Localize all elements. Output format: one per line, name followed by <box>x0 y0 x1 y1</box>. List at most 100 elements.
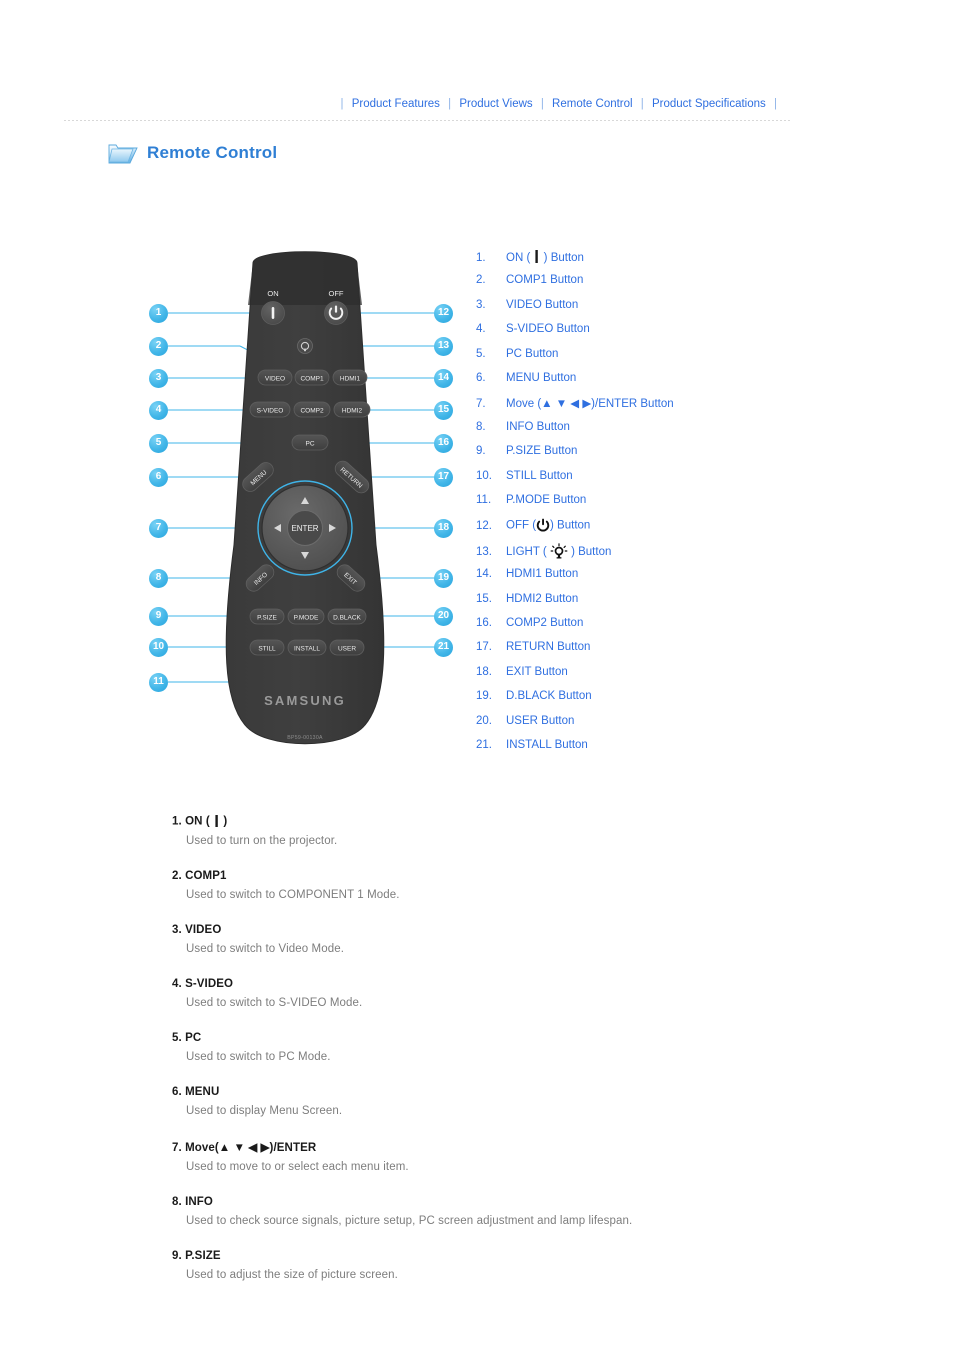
description-text: Used to check source signals, picture se… <box>186 1215 633 1227</box>
legend-item-on: 1. ON ( ) Button <box>476 250 776 274</box>
legend-number: 18. <box>476 665 492 678</box>
legend-number: 5. <box>476 347 486 360</box>
svg-text:ON: ON <box>267 289 278 298</box>
svg-text:INSTALL: INSTALL <box>294 646 320 653</box>
description-menu: 6. MENU Used to display Menu Screen. <box>172 1086 812 1117</box>
legend-item-info: 8. INFO Button <box>476 421 776 445</box>
legend-item-dblack: 19. D.BLACK Button <box>476 690 776 714</box>
button-descriptions: 1. ON ( ) Used to turn on the projector.… <box>172 815 812 1304</box>
legend-label: MENU Button <box>506 371 577 384</box>
callout-badge-12: 12 <box>434 303 453 323</box>
callout-badge-7: 7 <box>149 518 168 538</box>
callout-badge-10: 10 <box>149 637 168 657</box>
description-text: Used to switch to Video Mode. <box>186 943 345 955</box>
legend-label: P.MODE Button <box>506 493 587 506</box>
description-on: 1. ON ( ) Used to turn on the projector. <box>172 815 812 847</box>
legend-item-pc: 5. PC Button <box>476 348 776 372</box>
legend-number: 16. <box>476 617 492 630</box>
description-comp1: 2. COMP1 Used to switch to COMPONENT 1 M… <box>172 870 812 901</box>
legend-label: USER Button <box>506 714 575 727</box>
svg-text:P.SIZE: P.SIZE <box>257 615 277 622</box>
legend-item-psize: 9. P.SIZE Button <box>476 445 776 469</box>
description-heading: 5. PC <box>172 1032 202 1044</box>
legend-label: EXIT Button <box>506 665 568 678</box>
legend-number: 15. <box>476 592 492 605</box>
legend-item-comp2: 16. COMP2 Button <box>476 617 776 641</box>
legend-item-svideo: 4. S-VIDEO Button <box>476 323 776 347</box>
svg-text:HDMI2: HDMI2 <box>342 408 363 415</box>
button-legend-list: 1. ON ( ) Button 2. COMP1 Button 3. VIDE… <box>476 250 776 763</box>
legend-number: 6. <box>476 371 486 384</box>
legend-label: RETURN Button <box>506 641 591 654</box>
legend-label: S-VIDEO Button <box>506 323 590 336</box>
legend-label: LIGHT ( ) Button <box>506 543 611 561</box>
description-text: Used to display Menu Screen. <box>186 1105 343 1117</box>
page-title-text: Remote Control <box>147 143 278 162</box>
legend-number: 21. <box>476 739 492 752</box>
description-svideo: 4. S-VIDEO Used to switch to S-VIDEO Mod… <box>172 978 812 1009</box>
legend-label: Move (▲ ▼ ◀ ▶)/ENTER Button <box>506 398 674 411</box>
legend-label: INFO Button <box>506 420 570 433</box>
callout-badge-15: 15 <box>434 400 453 420</box>
breadcrumb-nav: | Product Features | Product Views | Rem… <box>0 98 954 110</box>
legend-number: 2. <box>476 274 486 287</box>
svg-text:COMP2: COMP2 <box>300 408 324 415</box>
description-pc: 5. PC Used to switch to PC Mode. <box>172 1032 812 1063</box>
callout-badge-8: 8 <box>149 568 168 588</box>
header-divider <box>64 120 790 121</box>
callout-badge-5: 5 <box>149 433 168 453</box>
legend-label: HDMI1 Button <box>506 568 579 581</box>
nav-link-product-specifications[interactable]: Product Specifications <box>652 98 766 110</box>
legend-item-exit: 18. EXIT Button <box>476 666 776 690</box>
legend-label: PC Button <box>506 347 559 360</box>
callout-badge-13: 13 <box>434 336 453 356</box>
nav-separator: | <box>340 98 344 110</box>
nav-separator: | <box>448 98 452 110</box>
power-on-bar-icon <box>213 815 220 828</box>
legend-label: P.SIZE Button <box>506 445 578 458</box>
legend-label: COMP2 Button <box>506 617 584 630</box>
callout-badge-14: 14 <box>434 368 453 388</box>
description-heading: 2. COMP1 <box>172 870 227 882</box>
legend-number: 12. <box>476 519 492 532</box>
description-psize: 9. P.SIZE Used to adjust the size of pic… <box>172 1250 812 1281</box>
description-text: Used to adjust the size of picture scree… <box>186 1269 398 1281</box>
svg-text:PC: PC <box>305 441 314 448</box>
nav-separator: | <box>774 98 777 110</box>
description-move-enter: 7. Move(▲ ▼ ◀ ▶)/ENTER Used to move to o… <box>172 1140 812 1173</box>
nav-link-product-views[interactable]: Product Views <box>459 98 532 110</box>
nav-separator: | <box>540 98 544 110</box>
legend-number: 9. <box>476 445 486 458</box>
legend-number: 14. <box>476 568 492 581</box>
legend-item-still: 10. STILL Button <box>476 470 776 494</box>
nav-link-product-features[interactable]: Product Features <box>352 98 440 110</box>
svg-text:VIDEO: VIDEO <box>265 376 285 383</box>
description-heading: 3. VIDEO <box>172 924 222 936</box>
remote-control-diagram: ON OFF VIDEO COMP1 HDMI1 S-VIDEO COMP2 H… <box>140 245 470 785</box>
description-text: Used to switch to PC Mode. <box>186 1051 331 1063</box>
legend-item-pmode: 11. P.MODE Button <box>476 494 776 518</box>
nav-link-remote-control[interactable]: Remote Control <box>552 98 633 110</box>
legend-item-comp1: 2. COMP1 Button <box>476 274 776 298</box>
legend-label: ON ( ) Button <box>506 250 584 266</box>
legend-label: D.BLACK Button <box>506 690 592 703</box>
svg-text:D.BLACK: D.BLACK <box>333 615 361 622</box>
svg-text:BP59-00130A: BP59-00130A <box>287 735 323 741</box>
description-heading: 7. Move(▲ ▼ ◀ ▶)/ENTER <box>172 1142 317 1154</box>
folder-icon <box>108 140 138 166</box>
callout-badge-17: 17 <box>434 467 453 487</box>
description-heading: 4. S-VIDEO <box>172 978 234 990</box>
description-heading: 9. P.SIZE <box>172 1250 221 1262</box>
callout-badge-16: 16 <box>434 433 453 453</box>
svg-text:S-VIDEO: S-VIDEO <box>257 408 284 415</box>
callout-badge-19: 19 <box>434 568 453 588</box>
callout-badge-11: 11 <box>149 672 168 692</box>
legend-label: OFF () Button <box>506 518 591 532</box>
legend-number: 11. <box>476 493 492 506</box>
legend-label: HDMI2 Button <box>506 592 579 605</box>
legend-number: 3. <box>476 298 486 311</box>
callout-badge-18: 18 <box>434 518 453 538</box>
legend-number: 8. <box>476 420 486 433</box>
callout-badge-6: 6 <box>149 467 168 487</box>
page-title: Remote Control <box>108 140 277 166</box>
